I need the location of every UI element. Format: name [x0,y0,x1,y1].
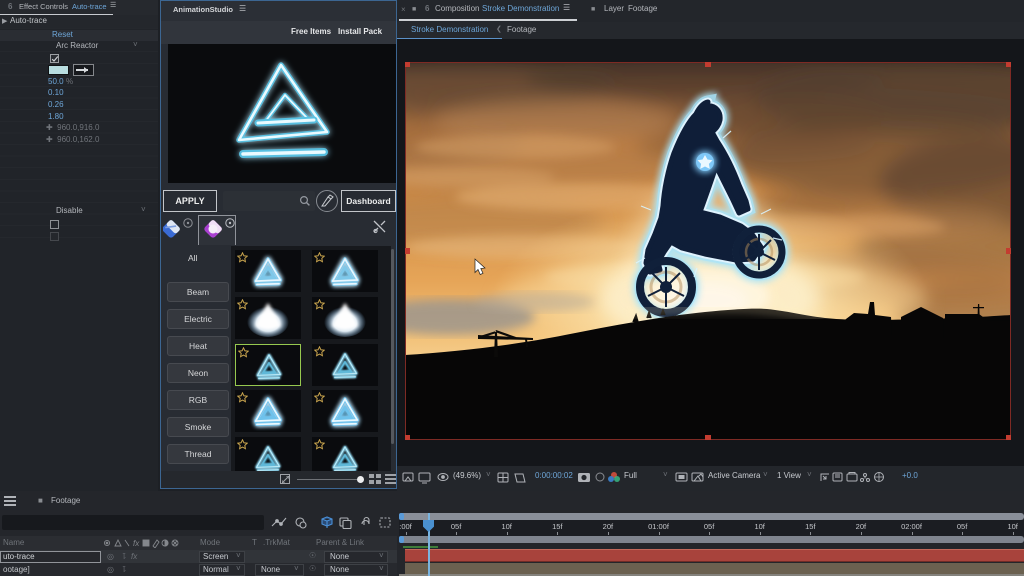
svg-text:fx: fx [133,539,140,548]
